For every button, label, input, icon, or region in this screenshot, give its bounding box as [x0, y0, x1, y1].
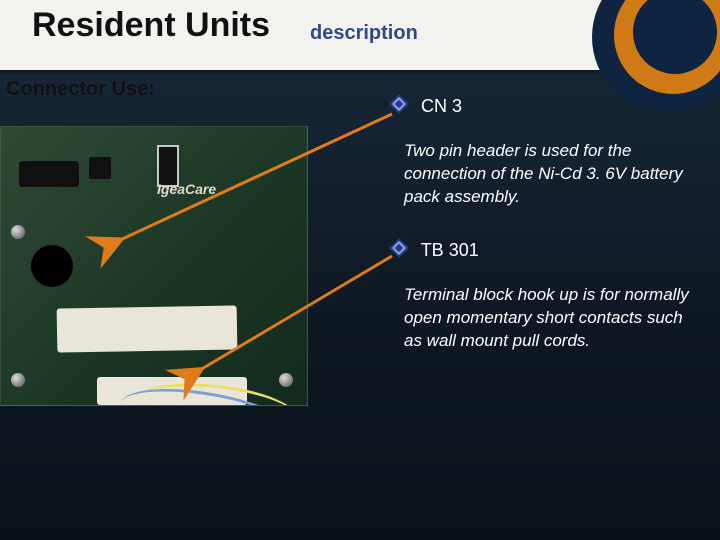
bullet-tb301-heading: TB 301: [421, 240, 479, 260]
page-title-sub: description: [310, 22, 418, 45]
diamond-bullet-icon: [389, 94, 409, 114]
bullet-cn3-heading: CN 3: [421, 96, 462, 116]
pcb-screw: [11, 225, 25, 239]
bullet-tb301-body: Terminal block hook up is for normally o…: [404, 284, 704, 353]
subsection-title: Connector Use:: [6, 78, 155, 101]
bullet-tb301: TB 301: [392, 240, 479, 261]
diamond-bullet-icon: [389, 238, 409, 258]
page-title: Resident Units: [32, 6, 270, 45]
pcb-screw: [279, 373, 293, 387]
pcb-screw: [11, 373, 25, 387]
pcb-chip-large: [19, 161, 79, 187]
pcb-chip-small: [89, 157, 111, 179]
pcb-buzzer: [31, 245, 73, 287]
pcb-sticker-label: [57, 305, 238, 352]
pcb-brand-text: IgeaCare: [157, 181, 216, 197]
bullet-cn3-body: Two pin header is used for the connectio…: [404, 140, 704, 209]
bullet-cn3: CN 3: [392, 96, 462, 117]
pcb-photo: IgeaCare: [0, 126, 308, 406]
